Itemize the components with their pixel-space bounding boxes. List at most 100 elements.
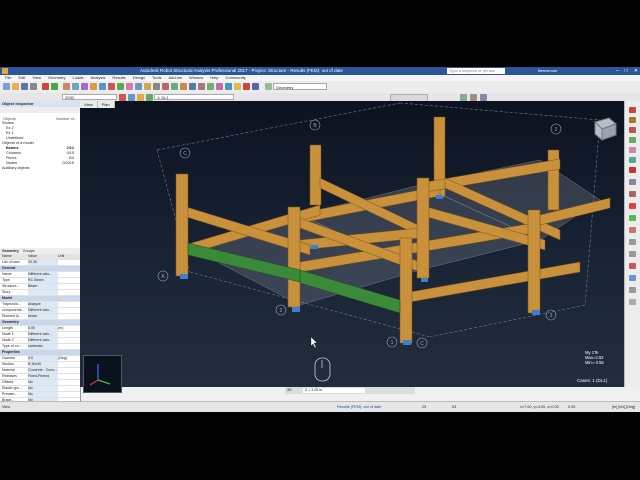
property-value[interactable]: [28, 266, 58, 271]
view-icon[interactable]: [480, 94, 487, 101]
tool-icon[interactable]: [81, 83, 88, 90]
tool-icon[interactable]: [225, 83, 232, 90]
layout-icon[interactable]: [265, 83, 272, 90]
property-value[interactable]: [28, 296, 58, 301]
level-input[interactable]: Z = 3.25 m: [303, 388, 365, 393]
tool-icon[interactable]: [108, 83, 115, 90]
property-value[interactable]: 0.0: [28, 356, 58, 361]
tool-icon[interactable]: [629, 137, 636, 143]
tool-icon[interactable]: [629, 215, 636, 221]
tool-icon[interactable]: [629, 251, 636, 257]
axis-indicator: [83, 355, 122, 393]
tool-icon[interactable]: [90, 83, 97, 90]
print-icon[interactable]: [30, 83, 37, 90]
user-name[interactable]: Benvenuto: [538, 68, 557, 73]
tool-icon[interactable]: [243, 83, 250, 90]
load-case-select[interactable]: 1: DL1: [154, 94, 234, 100]
tool-icon[interactable]: [153, 83, 160, 90]
open-icon[interactable]: [12, 83, 19, 90]
right-toolbar: [624, 101, 640, 387]
tool-icon[interactable]: [629, 287, 636, 293]
property-value[interactable]: Different valu...: [28, 272, 58, 277]
property-value[interactable]: 29 30: [28, 260, 58, 265]
property-value[interactable]: Different valu...: [28, 332, 58, 337]
tool-icon[interactable]: [189, 83, 196, 90]
select-icon[interactable]: [128, 94, 135, 101]
tool-icon[interactable]: [117, 83, 124, 90]
save-icon[interactable]: [21, 83, 28, 90]
tool-icon[interactable]: [629, 117, 636, 123]
property-value[interactable]: RC Beam: [28, 278, 58, 283]
tool-icon[interactable]: [180, 83, 187, 90]
property-value[interactable]: No: [28, 386, 58, 391]
close-icon[interactable]: ✕: [634, 67, 638, 75]
case-icon[interactable]: [137, 94, 144, 101]
tool-icon[interactable]: [629, 263, 636, 269]
tool-icon[interactable]: [629, 179, 636, 185]
view-mode[interactable]: 3D: [287, 387, 292, 394]
undo-icon[interactable]: [42, 83, 49, 90]
3d-viewport[interactable]: C B 2 A 2 1 C 3 View Plan My 1Te Max=3.6…: [80, 101, 625, 387]
property-value[interactable]: [28, 320, 58, 325]
tool-icon[interactable]: [629, 157, 636, 163]
case-icon[interactable]: [146, 94, 153, 101]
tool-icon[interactable]: [162, 83, 169, 90]
unit-system[interactable]: [m] [kN] [Deg]: [612, 405, 635, 409]
tool-icon[interactable]: [171, 83, 178, 90]
property-value[interactable]: Different valu...: [28, 338, 58, 343]
tool-icon[interactable]: [72, 83, 79, 90]
tool-icon[interactable]: [234, 83, 241, 90]
property-value[interactable]: [28, 350, 58, 355]
window-controls: – □ ✕: [616, 67, 638, 75]
tool-icon[interactable]: [629, 191, 636, 197]
tool-icon[interactable]: [207, 83, 214, 90]
property-value[interactable]: No: [28, 380, 58, 385]
filter-icon[interactable]: [119, 94, 126, 101]
new-icon[interactable]: [3, 83, 10, 90]
property-value[interactable]: [28, 290, 58, 295]
property-value[interactable]: Beam: [28, 284, 58, 289]
maximize-icon[interactable]: □: [625, 67, 628, 75]
property-value[interactable]: beam: [28, 314, 58, 319]
property-name: Gamma: [2, 356, 15, 360]
tool-icon[interactable]: [629, 107, 636, 113]
bar-selection-input[interactable]: 2930: [62, 94, 117, 100]
tool-icon[interactable]: [629, 147, 636, 153]
calc-icon[interactable]: [63, 83, 70, 90]
property-value[interactable]: cartesian: [28, 344, 58, 349]
redo-icon[interactable]: [51, 83, 58, 90]
property-name: Element ty...: [2, 314, 22, 318]
mouse-icon: [314, 357, 331, 382]
results-status[interactable]: Results (FEM): out of date: [337, 405, 381, 409]
view-icon[interactable]: [460, 94, 467, 101]
tool-icon[interactable]: [629, 203, 636, 209]
tool-icon[interactable]: [629, 167, 636, 173]
tool-icon[interactable]: [198, 83, 205, 90]
tool-icon[interactable]: [135, 83, 142, 90]
tool-icon[interactable]: [126, 83, 133, 90]
tool-icon[interactable]: [629, 239, 636, 245]
tool-icon[interactable]: [216, 83, 223, 90]
property-value[interactable]: B 30x40: [28, 362, 58, 367]
property-value[interactable]: 5.00: [28, 326, 58, 331]
minimize-icon[interactable]: –: [616, 67, 619, 75]
property-value[interactable]: Concrete - Conc...: [28, 368, 58, 373]
structure-model[interactable]: C B 2 A 2 1 C 3: [80, 101, 625, 387]
tab-plan[interactable]: Plan: [98, 101, 115, 108]
tool-icon[interactable]: [252, 83, 259, 90]
property-value[interactable]: Fixed-Pinned: [28, 374, 58, 379]
view-icon[interactable]: [470, 94, 477, 101]
tree-item[interactable]: Auxiliary objects: [0, 166, 80, 171]
tool-icon[interactable]: [99, 83, 106, 90]
tool-icon[interactable]: [144, 83, 151, 90]
search-input[interactable]: Type a keyword or phrase: [447, 68, 505, 74]
tool-icon[interactable]: [629, 127, 636, 133]
tool-icon[interactable]: [629, 275, 636, 281]
property-value[interactable]: No: [28, 392, 58, 397]
property-value[interactable]: Different valu...: [28, 308, 58, 313]
layout-select[interactable]: Geometry: [273, 83, 327, 90]
tool-icon[interactable]: [629, 299, 636, 305]
tool-icon[interactable]: [629, 227, 636, 233]
tab-view[interactable]: View: [80, 101, 98, 108]
property-value[interactable]: Analyze: [28, 302, 58, 307]
